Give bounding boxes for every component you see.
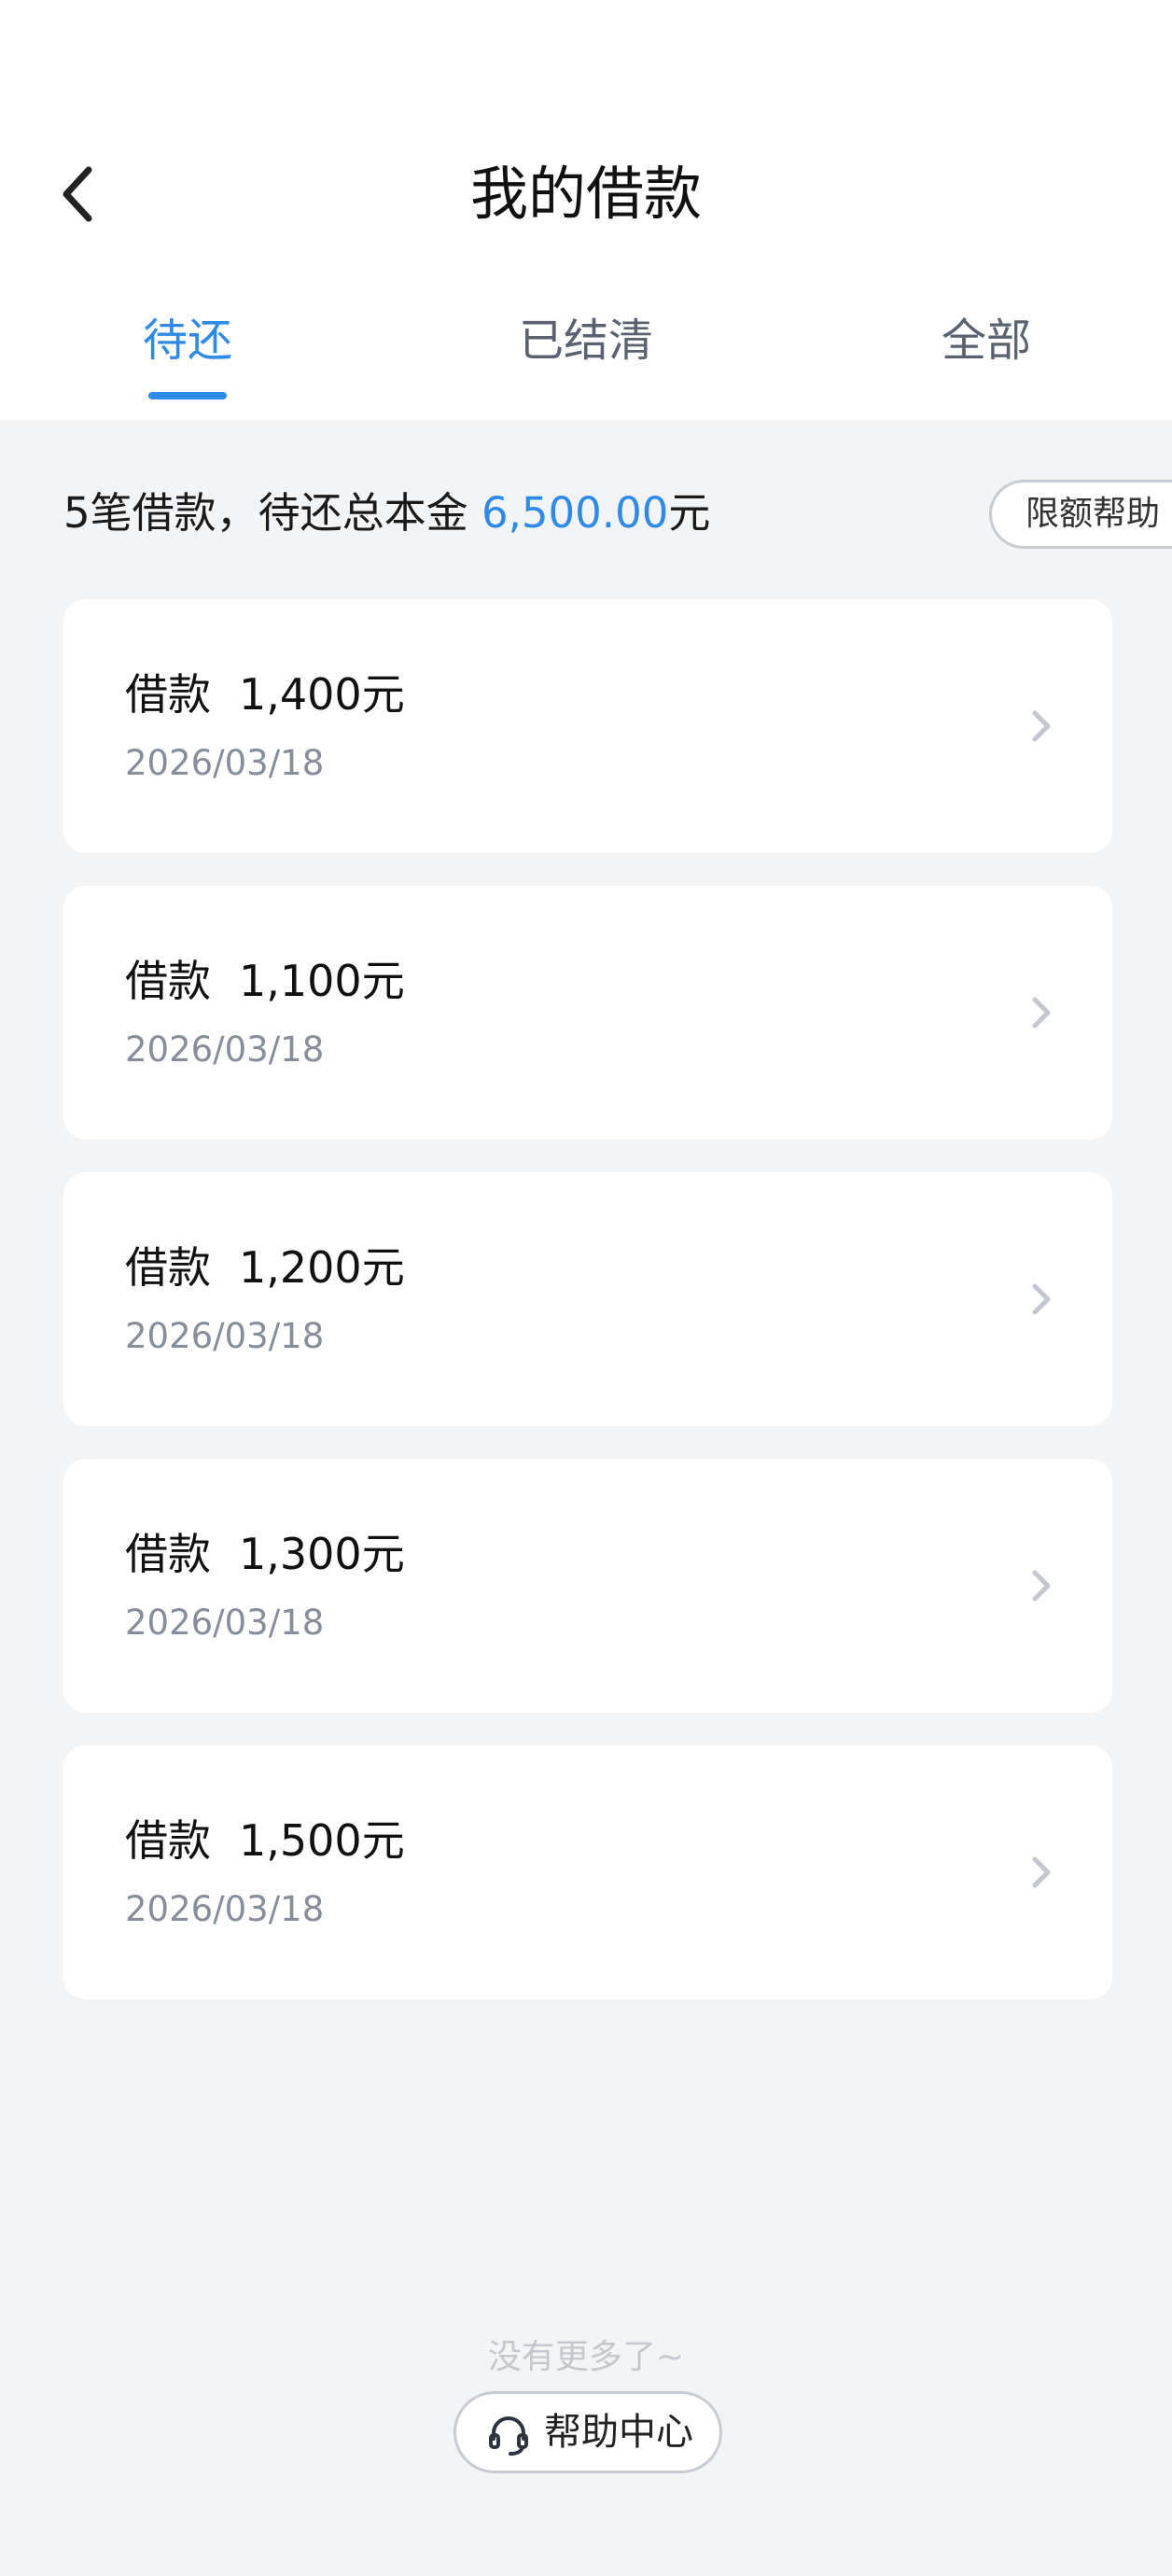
loan-label: 借款 — [125, 669, 211, 720]
loan-summary: 5笔借款，待还总本金 6,500.00元 — [63, 478, 710, 549]
chevron-right-icon — [1032, 1856, 1051, 1888]
loan-date: 2026/03/18 — [125, 743, 325, 783]
loan-amount: 1,400元 — [239, 669, 405, 720]
summary-amount: 6,500.00 — [481, 488, 669, 538]
loan-card[interactable]: 借款 1,200元 2026/03/18 — [63, 1172, 1112, 1426]
loan-label: 借款 — [125, 1529, 211, 1579]
loan-amount: 1,300元 — [239, 1529, 405, 1579]
loan-date: 2026/03/18 — [125, 1029, 325, 1070]
loan-label: 借款 — [125, 1815, 211, 1866]
loan-card[interactable]: 借款 1,100元 2026/03/18 — [63, 886, 1112, 1140]
loan-title: 借款 1,200元 — [125, 1234, 405, 1295]
loan-label: 借款 — [125, 1242, 211, 1293]
summary-prefix: 5笔借款，待还总本金 — [63, 488, 481, 538]
loan-card[interactable]: 借款 1,400元 2026/03/18 — [63, 599, 1112, 853]
loan-card[interactable]: 借款 1,500元 2026/03/18 — [63, 1745, 1112, 1999]
loan-label: 借款 — [125, 956, 211, 1006]
header: 我的借款 待还 已结清 全部 — [0, 0, 1172, 420]
loan-title: 借款 1,100元 — [125, 947, 405, 1009]
loan-title: 借款 1,300元 — [125, 1520, 405, 1582]
loan-date: 2026/03/18 — [125, 1316, 325, 1356]
headset-icon — [489, 2416, 528, 2456]
chevron-right-icon — [1032, 1570, 1051, 1602]
chevron-right-icon — [1032, 1283, 1051, 1315]
limit-help-button[interactable]: 限额帮助 — [989, 480, 1172, 549]
tab-pending[interactable]: 待还 — [94, 299, 281, 383]
loan-card[interactable]: 借款 1,300元 2026/03/18 — [63, 1459, 1112, 1713]
tab-bar: 待还 已结清 全部 — [0, 299, 1172, 401]
active-tab-indicator — [148, 392, 227, 399]
no-more-text: 没有更多了~ — [487, 2338, 685, 2376]
loan-date: 2026/03/18 — [125, 1603, 325, 1643]
tab-settled[interactable]: 已结清 — [493, 299, 679, 383]
loan-title: 借款 1,500元 — [125, 1807, 405, 1869]
help-center-button[interactable]: 帮助中心 — [453, 2391, 722, 2473]
loan-date: 2026/03/18 — [125, 1889, 325, 1929]
tab-all[interactable]: 全部 — [893, 299, 1080, 383]
summary-suffix: 元 — [668, 488, 711, 538]
chevron-right-icon — [1032, 997, 1051, 1029]
loan-amount: 1,200元 — [239, 1242, 405, 1293]
chevron-right-icon — [1032, 710, 1051, 742]
loan-amount: 1,500元 — [239, 1815, 405, 1866]
help-center-label: 帮助中心 — [544, 2411, 693, 2454]
loan-list: 借款 1,400元 2026/03/18 借款 1,100元 2026/03/18 … — [63, 599, 1112, 2032]
loan-amount: 1,100元 — [239, 956, 405, 1006]
page-title: 我的借款 — [469, 160, 702, 228]
loan-title: 借款 1,400元 — [125, 661, 405, 722]
